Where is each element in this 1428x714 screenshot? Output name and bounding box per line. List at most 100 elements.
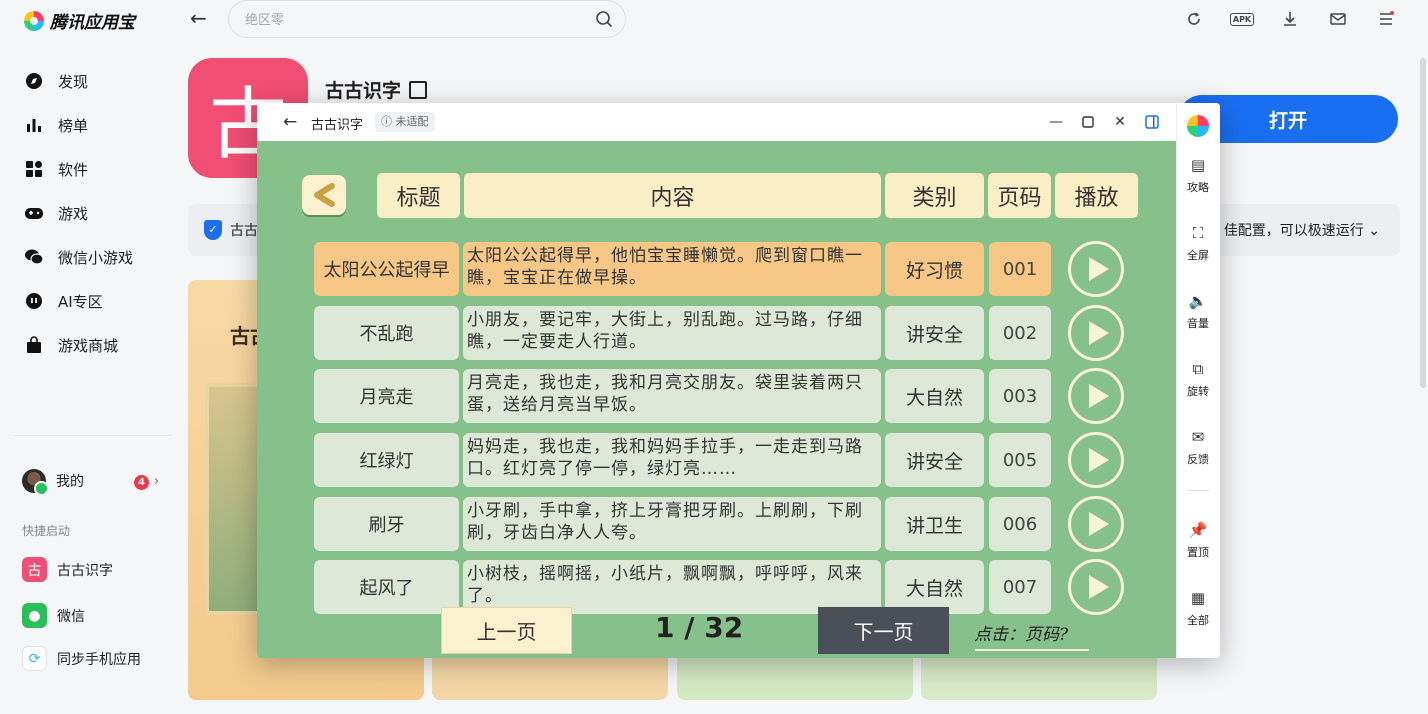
quick-item-gugu[interactable]: 古 古古识字	[22, 557, 113, 582]
sync-icon: ⟳	[22, 646, 47, 671]
screenshot-picture	[205, 383, 265, 615]
sidebar-item-ai[interactable]: AI专区	[24, 287, 103, 315]
back-arrow-icon[interactable]: ←	[283, 112, 297, 132]
fullscreen-icon: ⛶	[1192, 224, 1204, 242]
prev-page-button[interactable]: 上一页	[441, 607, 572, 654]
app-window: ← 古古识字 ⓘ 未适配 — ✕ ▤ 攻略 ⛶ 全屏 🔈 音量 ⧉ 旋转 ✉ 反馈 📌 置顶…	[257, 103, 1220, 658]
row-page[interactable]: 003	[989, 369, 1051, 423]
minimize-icon[interactable]: —	[1046, 112, 1066, 132]
chevron-left-icon	[314, 183, 335, 207]
back-arrow-icon[interactable]: ←	[190, 8, 212, 30]
row-title[interactable]: 月亮走	[314, 369, 459, 423]
play-button[interactable]	[1068, 432, 1124, 488]
header-play: 播放	[1055, 173, 1138, 218]
pin-icon: 📌	[1188, 521, 1208, 539]
tool-feedback[interactable]: ✉ 反馈	[1176, 427, 1220, 467]
play-button[interactable]	[1068, 496, 1124, 552]
sidebar-item-software[interactable]: 软件	[24, 155, 88, 183]
app-name: 古古识字	[325, 76, 428, 103]
row-title[interactable]: 太阳公公起得早	[314, 242, 459, 296]
row-category: 讲安全	[885, 433, 984, 487]
mail-icon[interactable]	[1327, 8, 1349, 30]
ai-icon	[24, 291, 44, 311]
apk-icon[interactable]: APK	[1229, 8, 1255, 30]
sidebar-divider	[14, 435, 172, 436]
shield-icon: ✓	[204, 220, 222, 240]
tool-pin[interactable]: 📌 置顶	[1176, 520, 1220, 560]
row-title[interactable]: 不乱跑	[314, 306, 459, 360]
play-button[interactable]	[1068, 559, 1124, 615]
search-input[interactable]	[245, 10, 585, 30]
sidebar-item-charts[interactable]: 榜单	[24, 111, 88, 139]
game-back-button[interactable]	[302, 175, 346, 215]
search-icon[interactable]	[595, 10, 613, 28]
game-area: 标题 内容 类别 页码 播放 太阳公公起得早 太阳公公起得早，他怕宝宝睡懒觉。爬…	[257, 141, 1176, 658]
play-button[interactable]	[1068, 241, 1124, 297]
download-icon[interactable]	[1279, 8, 1301, 30]
gugu-app-icon: 古	[22, 557, 47, 582]
apps-grid-icon	[24, 159, 44, 179]
bar-chart-icon	[24, 115, 44, 135]
compat-badge: ⓘ 未适配	[375, 112, 435, 132]
tool-all[interactable]: ▦ 全部	[1176, 588, 1220, 628]
compass-icon	[24, 71, 44, 91]
play-button[interactable]	[1068, 368, 1124, 424]
chevron-right-icon[interactable]: ›	[154, 474, 159, 489]
window-titlebar[interactable]: ← 古古识字 ⓘ 未适配 — ✕	[257, 103, 1176, 141]
maximize-icon[interactable]	[1078, 112, 1098, 132]
sidebar-toggle-icon[interactable]	[1142, 112, 1162, 132]
sidebar-item-games[interactable]: 游戏	[24, 199, 88, 227]
window-title: 古古识字	[311, 118, 364, 133]
sidebar-item-label: 软件	[58, 160, 89, 179]
quick-launch-title: 快捷启动	[22, 524, 71, 538]
header-category: 类别	[885, 173, 984, 218]
shopping-bag-icon	[24, 335, 44, 355]
sidebar-item-label: 微信小游戏	[58, 248, 134, 267]
next-page-button[interactable]: 下一页	[818, 607, 949, 654]
sidebar-item-game-store[interactable]: 游戏商城	[24, 331, 118, 359]
wechat-app-icon: ●	[22, 603, 47, 628]
hint-text[interactable]: 点击：页码?	[974, 620, 1068, 645]
wechat-icon	[24, 247, 44, 267]
row-content: 小朋友，要记牢，大街上，别乱跑。过马路，仔细瞧，一定要走人行道。	[463, 306, 881, 360]
sidebar-item-wechat-games[interactable]: 微信小游戏	[24, 243, 133, 271]
row-title[interactable]: 刷牙	[314, 497, 459, 551]
quick-item-wechat[interactable]: ● 微信	[22, 603, 85, 628]
close-icon[interactable]: ✕	[1110, 112, 1130, 132]
row-category: 好习惯	[885, 242, 984, 296]
guide-icon: ▤	[1190, 156, 1206, 174]
sidebar-item-label: AI专区	[58, 292, 103, 311]
row-page[interactable]: 005	[989, 433, 1051, 487]
qr-code-icon[interactable]	[409, 80, 428, 99]
gamepad-icon	[24, 203, 44, 223]
info-right-text[interactable]: 佳配置，可以极速运行 ⌄	[1224, 220, 1380, 240]
row-page[interactable]: 001	[989, 242, 1051, 296]
quick-item-label: 微信	[57, 608, 85, 625]
menu-icon[interactable]	[1375, 8, 1397, 30]
search-bar[interactable]	[228, 0, 626, 38]
quick-item-sync[interactable]: ⟳ 同步手机应用	[22, 646, 141, 671]
row-page[interactable]: 006	[989, 497, 1051, 551]
row-title[interactable]: 红绿灯	[314, 433, 459, 487]
my-profile[interactable]: 我的	[22, 469, 84, 496]
row-content: 妈妈走，我也走，我和妈妈手拉手，一走走到马路口。红灯亮了停一停，绿灯亮……	[463, 433, 881, 487]
row-page[interactable]: 007	[989, 560, 1051, 614]
sidebar-item-label: 游戏	[58, 204, 89, 223]
store-logo-icon	[24, 10, 44, 31]
store-logo[interactable]: 腾讯应用宝	[24, 8, 135, 33]
refresh-icon[interactable]	[1183, 8, 1205, 30]
row-page[interactable]: 002	[989, 306, 1051, 360]
store-logo-icon	[1187, 115, 1209, 137]
rotate-icon: ⧉	[1192, 360, 1204, 378]
tool-fullscreen[interactable]: ⛶ 全屏	[1176, 223, 1220, 263]
play-button[interactable]	[1068, 305, 1124, 361]
row-title[interactable]: 起风了	[314, 560, 459, 614]
tool-rotate[interactable]: ⧉ 旋转	[1176, 359, 1220, 399]
avatar	[22, 469, 49, 496]
tool-guide[interactable]: ▤ 攻略	[1176, 155, 1220, 195]
scrollbar[interactable]	[1420, 58, 1426, 388]
tool-volume[interactable]: 🔈 音量	[1176, 291, 1220, 331]
row-content: 小树枝，摇啊摇，小纸片，飘啊飘，呼呼呼，风来了。	[463, 560, 881, 614]
my-profile-label: 我的	[56, 474, 84, 490]
sidebar-item-discover[interactable]: 发现	[24, 67, 88, 95]
